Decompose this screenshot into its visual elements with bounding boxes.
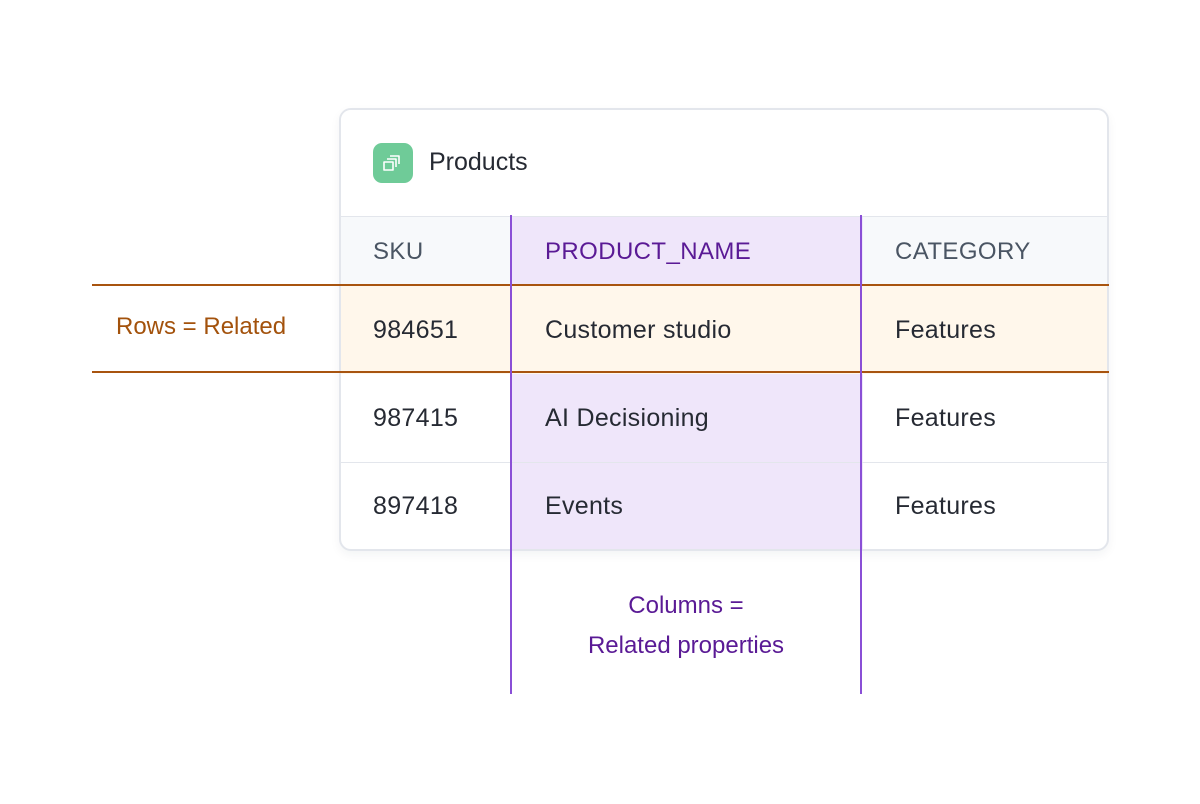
sku-cell: 987415 xyxy=(373,403,459,432)
table-row: 897418 Events Features xyxy=(341,462,1107,549)
table-row: 987415 AI Decisioning Features xyxy=(341,374,1107,463)
columns-annotation-line-2: Related properties xyxy=(587,632,785,659)
sku-cell: 984651 xyxy=(373,315,459,344)
sku-cell: 897418 xyxy=(373,491,459,520)
stacked-layers-icon xyxy=(373,143,413,183)
row-highlight-bottom-line xyxy=(92,371,1109,373)
card-header: Products xyxy=(341,110,1107,217)
columns-annotation-label: Columns = Related properties xyxy=(512,586,860,666)
columns-annotation-line-1: Columns = xyxy=(628,592,744,619)
column-highlight-right-line xyxy=(860,215,862,694)
product-name-cell: AI Decisioning xyxy=(545,403,710,432)
column-header-product-name: PRODUCT_NAME xyxy=(545,237,752,265)
column-header-sku: SKU xyxy=(373,237,424,265)
table-row-highlighted: 984651 Customer studio Features xyxy=(341,286,1107,374)
category-cell: Features xyxy=(895,403,997,432)
rows-annotation-label: Rows = Related xyxy=(116,313,287,340)
product-name-cell: Events xyxy=(545,491,624,520)
products-card: Products SKU PRODUCT_NAME CATEGORY 98465… xyxy=(339,108,1109,551)
table-header-row: SKU PRODUCT_NAME CATEGORY xyxy=(341,217,1107,287)
card-title: Products xyxy=(429,148,528,176)
category-cell: Features xyxy=(895,491,997,520)
row-highlight-top-line xyxy=(92,284,1109,286)
category-cell: Features xyxy=(895,315,997,344)
column-header-category: CATEGORY xyxy=(895,237,1031,265)
product-name-cell: Customer studio xyxy=(545,315,732,344)
